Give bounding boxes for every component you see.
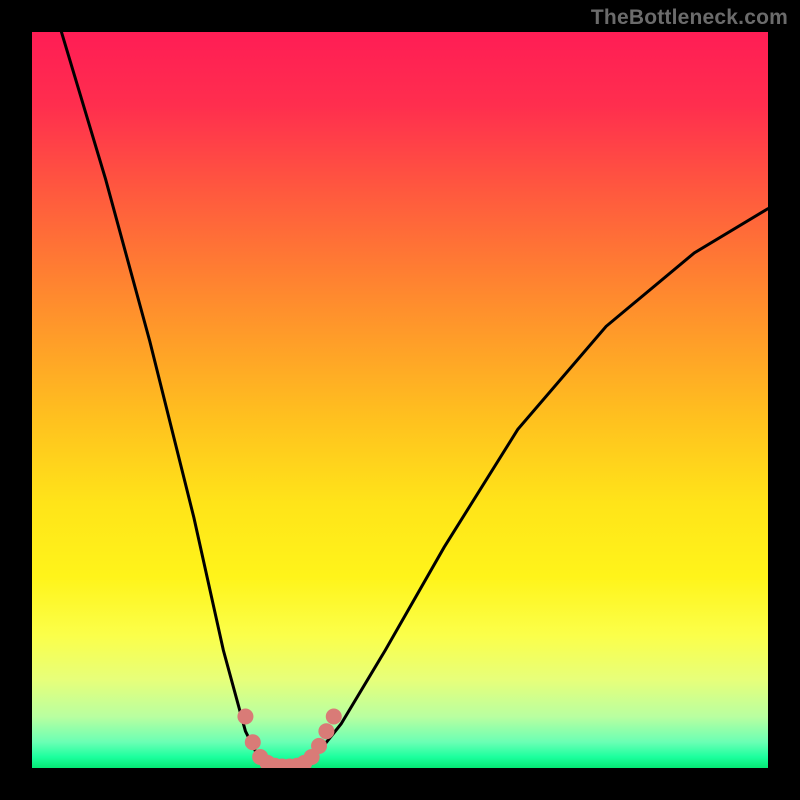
left-branch-curve bbox=[61, 32, 289, 768]
valley-marker-dot bbox=[311, 738, 327, 754]
plot-area bbox=[32, 32, 768, 768]
right-branch-curve bbox=[290, 209, 768, 768]
valley-marker-dot bbox=[318, 723, 334, 739]
watermark-text: TheBottleneck.com bbox=[591, 6, 788, 30]
curve-layer bbox=[32, 32, 768, 768]
valley-marker-dot bbox=[245, 734, 261, 750]
valley-markers bbox=[237, 708, 341, 768]
valley-marker-dot bbox=[237, 708, 253, 724]
chart-frame: TheBottleneck.com bbox=[0, 0, 800, 800]
valley-marker-dot bbox=[326, 708, 342, 724]
